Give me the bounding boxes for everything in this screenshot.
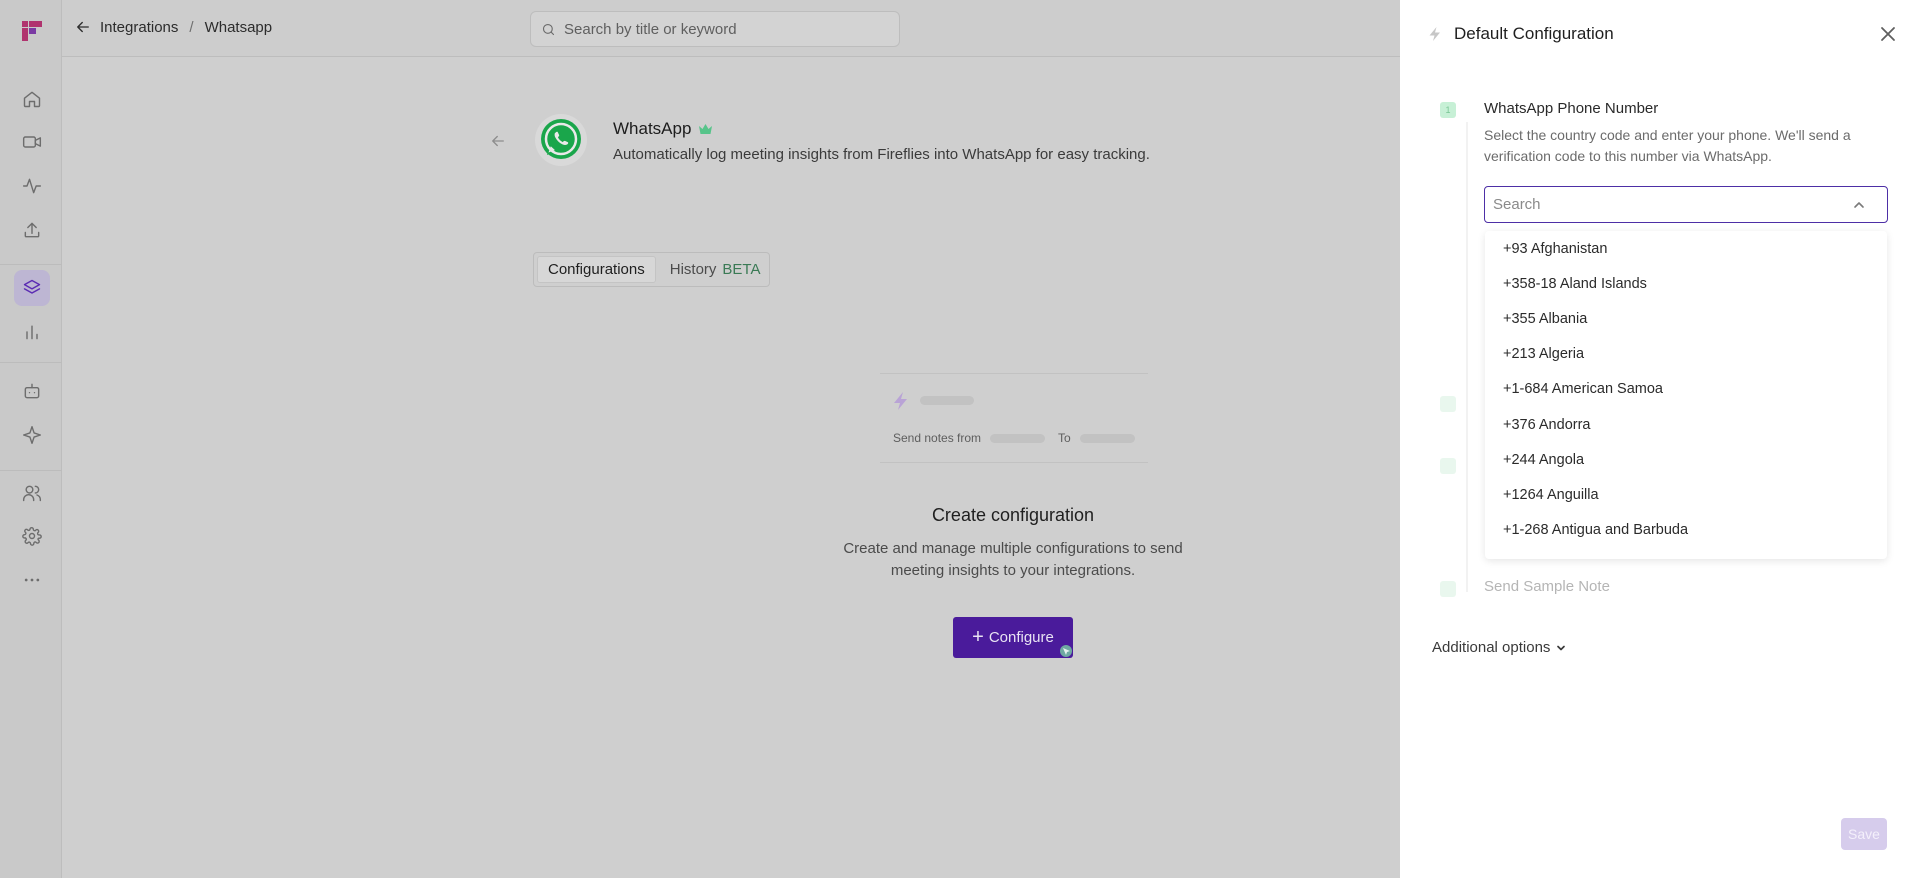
country-option[interactable]: +93 Afghanistan [1485, 231, 1887, 266]
save-button[interactable]: Save [1841, 818, 1887, 850]
configure-button-label: Configure [988, 629, 1054, 646]
breadcrumb: Integrations / Whatsapp [74, 18, 272, 36]
configuration-panel: Default Configuration 1 WhatsApp Phone N… [1400, 0, 1920, 878]
country-option[interactable]: +1-684 American Samoa [1485, 372, 1887, 407]
beta-badge: BETA [722, 261, 761, 278]
country-option[interactable]: +1-268 Antigua and Barbuda [1485, 513, 1887, 548]
cursor-avatar-icon [1060, 645, 1072, 657]
bolt-icon [1429, 27, 1440, 41]
breadcrumb-whatsapp: Whatsapp [204, 18, 273, 36]
app-title: WhatsApp [613, 119, 713, 139]
rail-divider [0, 264, 62, 265]
settings-icon[interactable] [21, 525, 43, 547]
bolt-icon [894, 392, 907, 410]
bot-icon[interactable] [21, 380, 43, 402]
tab-configurations[interactable]: Configurations [537, 256, 656, 283]
step-indicator [1440, 396, 1456, 412]
chevron-up-icon[interactable] [1853, 199, 1865, 211]
empty-state-description: Create and manage multiple configuration… [843, 540, 1183, 579]
country-option[interactable]: +1264 Anguilla [1485, 477, 1887, 512]
additional-options-label: Additional options [1432, 639, 1551, 656]
layers-icon[interactable] [14, 270, 50, 306]
country-option[interactable]: +244 Angola [1485, 442, 1887, 477]
tab-label: Configurations [548, 261, 645, 278]
step-connector [1466, 122, 1468, 592]
placeholder-bar [990, 434, 1045, 443]
search-icon [542, 23, 555, 35]
app-description: Automatically log meeting insights from … [613, 146, 1150, 163]
placeholder-bar [1080, 434, 1135, 443]
upload-icon[interactable] [21, 219, 43, 241]
global-search[interactable] [530, 11, 900, 47]
phone-field-description: Select the country code and enter your p… [1484, 127, 1851, 164]
left-rail [0, 0, 62, 878]
video-icon[interactable] [21, 131, 43, 153]
step-indicator [1440, 581, 1456, 597]
to-label: To [1058, 431, 1071, 445]
country-dropdown: +93 Afghanistan +358-18 Aland Islands +3… [1485, 231, 1887, 559]
send-sample-note[interactable]: Send Sample Note [1484, 578, 1610, 595]
close-button[interactable] [1878, 25, 1898, 45]
breadcrumb-integrations[interactable]: Integrations [100, 19, 178, 36]
chevron-down-icon [1557, 645, 1566, 650]
empty-state-title: Create configuration [931, 505, 1095, 525]
country-option[interactable]: +376 Andorra [1485, 407, 1887, 442]
users-icon[interactable] [21, 482, 43, 504]
country-option[interactable]: +355 Albania [1485, 301, 1887, 336]
tab-bar: Configurations History BETA [533, 252, 770, 287]
tab-label: History [669, 261, 717, 278]
global-search-input[interactable] [564, 20, 864, 38]
sparkle-icon[interactable] [21, 424, 43, 446]
tab-history[interactable]: History BETA [660, 256, 771, 283]
app-name: WhatsApp [613, 119, 692, 138]
activity-icon[interactable] [21, 175, 43, 197]
crown-icon [699, 123, 713, 134]
breadcrumb-separator: / [189, 18, 194, 36]
back-arrow-icon[interactable] [489, 132, 507, 150]
back-arrow-icon[interactable] [74, 18, 92, 36]
step-indicator: 1 [1440, 102, 1456, 118]
additional-options-toggle[interactable]: Additional options [1432, 639, 1566, 656]
placeholder-bar [920, 396, 974, 405]
panel-header: Default Configuration [1428, 24, 1614, 44]
country-option[interactable]: +213 Algeria [1485, 337, 1887, 372]
top-bar: Integrations / Whatsapp [62, 0, 1400, 57]
step-indicator [1440, 458, 1456, 474]
rail-divider [0, 470, 62, 471]
configuration-preview-card: Send notes from To [880, 373, 1148, 463]
phone-field-title: WhatsApp Phone Number [1484, 100, 1659, 117]
country-option[interactable]: +358-18 Aland Islands [1485, 266, 1887, 301]
close-icon [1881, 26, 1895, 41]
home-icon[interactable] [21, 88, 43, 110]
whatsapp-logo-icon [535, 114, 587, 166]
panel-title: Default Configuration [1454, 24, 1614, 43]
configure-button[interactable]: + Configure [953, 617, 1073, 658]
country-code-select[interactable] [1484, 186, 1888, 223]
rail-divider [0, 362, 62, 363]
more-icon[interactable] [21, 569, 43, 591]
plus-icon: + [972, 625, 984, 648]
bar-chart-icon[interactable] [21, 321, 43, 343]
country-search-input[interactable] [1493, 196, 1853, 213]
fireflies-logo-icon[interactable] [21, 20, 43, 42]
send-notes-label: Send notes from [893, 431, 982, 445]
